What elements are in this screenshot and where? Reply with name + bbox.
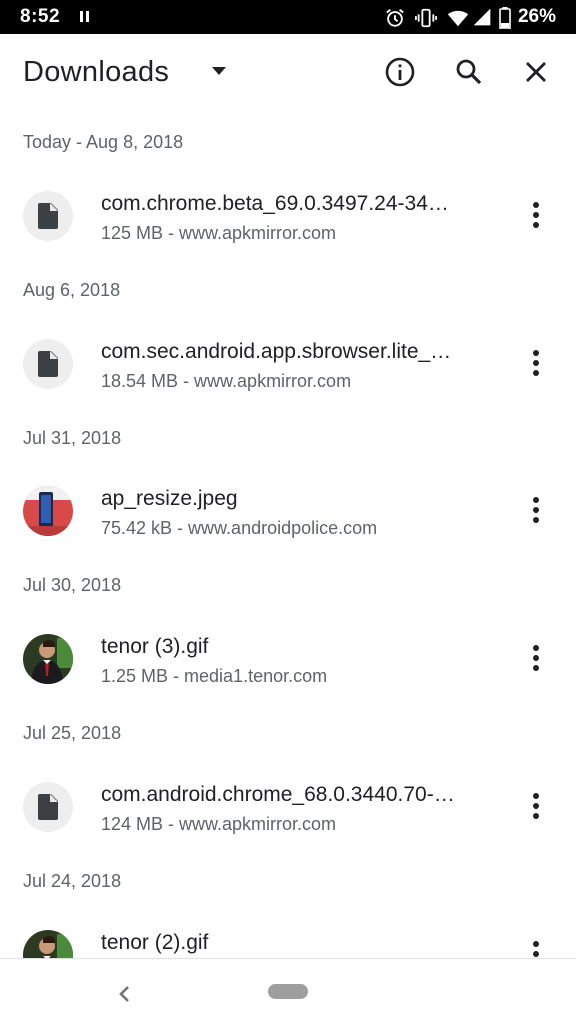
file-name: com.sec.android.app.sbrowser.lite_… <box>101 340 452 363</box>
date-header: Jul 31, 2018 <box>23 428 122 448</box>
status-bar: 8:52 26% <box>0 0 576 34</box>
close-button[interactable] <box>516 52 556 92</box>
list-item[interactable]: tenor (2).gif <box>0 906 576 958</box>
filter-dropdown-button[interactable] <box>200 52 240 92</box>
search-button[interactable] <box>449 52 489 92</box>
info-button[interactable] <box>380 52 420 92</box>
file-meta: 18.54 MB - www.apkmirror.com <box>101 371 352 391</box>
more-options-button[interactable] <box>521 344 551 384</box>
pause-icon <box>80 11 90 22</box>
navigation-bar <box>0 958 576 1024</box>
downloads-list: Today - Aug 8, 2018 com.chrome.beta_69.0… <box>0 112 576 958</box>
file-meta: 125 MB - www.apkmirror.com <box>101 223 337 243</box>
home-pill[interactable] <box>268 984 308 999</box>
date-header: Jul 24, 2018 <box>23 871 122 891</box>
more-options-button[interactable] <box>521 639 551 679</box>
close-icon <box>526 62 546 82</box>
vibrate-icon <box>415 8 437 28</box>
page-title: Downloads <box>23 56 170 88</box>
date-header: Today - Aug 8, 2018 <box>23 132 184 152</box>
file-icon <box>38 351 58 377</box>
date-header: Jul 25, 2018 <box>23 723 122 743</box>
back-icon <box>119 986 129 1002</box>
more-options-button[interactable] <box>521 196 551 236</box>
file-thumbnail <box>23 191 73 241</box>
battery-percentage: 26% <box>517 6 556 27</box>
file-meta: 75.42 kB - www.androidpolice.com <box>101 518 378 538</box>
app-bar: Downloads <box>0 34 576 112</box>
file-name: tenor (2).gif <box>101 931 209 954</box>
list-item[interactable]: com.android.chrome_68.0.3440.70-… 124 MB… <box>0 758 576 854</box>
file-name: ap_resize.jpeg <box>101 487 238 510</box>
file-thumbnail <box>23 782 73 832</box>
battery-icon <box>499 7 511 29</box>
back-button[interactable] <box>110 979 140 1009</box>
file-icon <box>38 794 58 820</box>
more-options-button[interactable] <box>521 935 551 958</box>
more-options-button[interactable] <box>521 787 551 827</box>
file-thumbnail <box>23 339 73 389</box>
file-name: com.chrome.beta_69.0.3497.24-34… <box>101 192 449 215</box>
list-item[interactable]: tenor (3).gif 1.25 MB - media1.tenor.com <box>0 610 576 706</box>
date-header: Jul 30, 2018 <box>23 575 122 595</box>
image-thumbnail <box>23 930 73 958</box>
file-name: com.android.chrome_68.0.3440.70-… <box>101 783 455 806</box>
status-time: 8:52 <box>20 6 61 27</box>
list-item[interactable]: ap_resize.jpeg 75.42 kB - www.androidpol… <box>0 462 576 558</box>
file-name: tenor (3).gif <box>101 635 209 658</box>
file-icon <box>38 203 58 229</box>
file-meta: 1.25 MB - media1.tenor.com <box>101 666 328 686</box>
image-thumbnail <box>23 486 73 536</box>
list-item[interactable]: com.sec.android.app.sbrowser.lite_… 18.5… <box>0 315 576 411</box>
dropdown-arrow-icon <box>212 67 226 75</box>
info-icon <box>385 57 415 87</box>
wifi-icon <box>447 10 469 27</box>
alarm-icon <box>386 9 404 27</box>
list-item[interactable]: com.chrome.beta_69.0.3497.24-34… 125 MB … <box>0 167 576 263</box>
file-meta: 124 MB - www.apkmirror.com <box>101 814 337 834</box>
date-header: Aug 6, 2018 <box>23 280 121 300</box>
search-icon <box>456 59 482 85</box>
signal-icon <box>473 8 491 26</box>
image-thumbnail <box>23 634 73 684</box>
more-options-button[interactable] <box>521 491 551 531</box>
